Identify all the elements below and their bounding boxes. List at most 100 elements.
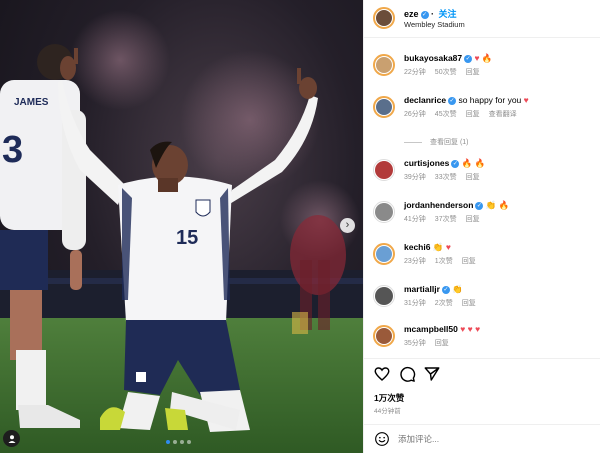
clap-emoji-icon: 👏 bbox=[485, 200, 497, 210]
carousel-indicator bbox=[166, 440, 191, 444]
fire-emoji-icon: 🔥 bbox=[474, 158, 486, 168]
comment-time: 22分钟 bbox=[404, 69, 426, 76]
left-shirt-number: 3 bbox=[2, 129, 23, 171]
heart-emoji-icon: ♥ bbox=[523, 95, 529, 105]
fire-emoji-icon: 🔥 bbox=[461, 158, 473, 168]
smiley-icon[interactable] bbox=[374, 431, 390, 447]
view-replies-button[interactable]: 查看回复 (1) bbox=[404, 137, 469, 147]
clap-emoji-icon: 👏 bbox=[452, 284, 463, 294]
comment-text: declanrice ✓ so happy for you ♥ bbox=[404, 95, 529, 105]
comment-item: declanrice ✓ so happy for you ♥ 26分钟 45次赞 回… bbox=[364, 95, 600, 135]
verified-badge-icon: ✓ bbox=[464, 54, 473, 63]
comment-meta: 31分钟 2次赞 回复 bbox=[404, 298, 485, 308]
author-avatar[interactable] bbox=[373, 7, 395, 29]
heart-emoji-icon: ♥ bbox=[445, 242, 451, 252]
verified-badge-icon: ✓ bbox=[448, 96, 457, 105]
view-replies-label: 查看回复 (1) bbox=[430, 139, 469, 146]
comment-likes[interactable]: 1次赞 bbox=[435, 258, 453, 265]
comment-username[interactable]: kechi6 bbox=[404, 242, 430, 252]
paper-plane-icon[interactable] bbox=[423, 365, 441, 383]
comment-likes[interactable]: 50次赞 bbox=[435, 69, 457, 76]
next-image-button[interactable]: › bbox=[340, 218, 355, 233]
translate-button[interactable]: 查看翻译 bbox=[489, 111, 517, 118]
heart-emoji-icon: ♥ bbox=[460, 324, 466, 334]
commenter-avatar[interactable] bbox=[373, 54, 395, 76]
comment-text: jordanhenderson ✓ 👏 🔥 bbox=[404, 200, 509, 211]
comment-meta: 26分钟 45次赞 回复 查看翻译 bbox=[404, 109, 526, 119]
verified-badge-icon: ✓ bbox=[451, 159, 460, 168]
fire-emoji-icon: 🔥 bbox=[498, 200, 510, 210]
comment-meta: 22分钟 50次赞 回复 bbox=[404, 67, 489, 77]
reply-button[interactable]: 回复 bbox=[435, 340, 449, 347]
comment-time: 35分钟 bbox=[404, 340, 426, 347]
reply-button[interactable]: 回复 bbox=[462, 258, 476, 265]
comment-body: so happy for you bbox=[458, 95, 522, 105]
post-timestamp: 44分钟前 bbox=[374, 408, 401, 415]
reply-button[interactable]: 回复 bbox=[466, 174, 480, 181]
comment-likes[interactable]: 37次赞 bbox=[435, 216, 457, 223]
verified-badge-icon: ✓ bbox=[475, 201, 484, 210]
comment-likes[interactable]: 2次赞 bbox=[435, 300, 453, 307]
post-side-panel: eze ✓ · 关注 Wembley Stadium bukayosaka87 ✓ … bbox=[363, 0, 600, 453]
commenter-avatar[interactable] bbox=[373, 243, 395, 265]
left-shirt-name: JAMES bbox=[14, 97, 49, 108]
reply-button[interactable]: 回复 bbox=[466, 216, 480, 223]
commenter-avatar[interactable] bbox=[373, 201, 395, 223]
comment-username[interactable]: jordanhenderson bbox=[404, 200, 473, 210]
commenter-avatar[interactable] bbox=[373, 159, 395, 181]
comment-likes[interactable]: 45次赞 bbox=[435, 111, 457, 118]
comment-time: 39分钟 bbox=[404, 174, 426, 181]
commenter-avatar[interactable] bbox=[373, 285, 395, 307]
reply-button[interactable]: 回复 bbox=[466, 69, 480, 76]
comment-username[interactable]: curtisjones bbox=[404, 158, 449, 168]
comment-username[interactable]: bukayosaka87 bbox=[404, 53, 462, 63]
comment-bubble-icon[interactable] bbox=[398, 365, 416, 383]
post-actions-bar bbox=[364, 358, 600, 388]
instagram-post-viewer: JAMES 3 15 › eze ✓ · 关注 Wembley Stadium … bbox=[0, 0, 600, 453]
comment-item: curtisjones ✓ 🔥 🔥 39分钟 33次赞 回复 bbox=[364, 158, 600, 198]
author-username[interactable]: eze bbox=[404, 9, 419, 19]
carousel-dot bbox=[187, 440, 191, 444]
add-comment-bar bbox=[364, 424, 600, 453]
heart-emoji-icon: ♥ bbox=[474, 53, 480, 63]
carousel-dot bbox=[173, 440, 177, 444]
chevron-right-icon: › bbox=[345, 219, 350, 231]
tagged-users-button[interactable] bbox=[3, 430, 20, 447]
comment-username[interactable]: mcampbell50 bbox=[404, 324, 458, 334]
heart-outline-icon[interactable] bbox=[373, 365, 391, 383]
comment-time: 26分钟 bbox=[404, 111, 426, 118]
author-line: eze ✓ · 关注 bbox=[404, 9, 457, 19]
replies-divider bbox=[404, 141, 422, 143]
center-shirt-number: 15 bbox=[176, 227, 198, 249]
clap-emoji-icon: 👏 bbox=[432, 242, 444, 252]
commenter-avatar[interactable] bbox=[373, 325, 395, 347]
add-comment-input[interactable] bbox=[398, 431, 588, 447]
post-photo[interactable]: JAMES 3 15 › bbox=[0, 0, 363, 453]
photo-scene: JAMES 3 15 bbox=[0, 10, 363, 453]
comment-meta: 41分钟 37次赞 回复 bbox=[404, 214, 489, 224]
heart-emoji-icon: ♥ bbox=[467, 324, 473, 334]
commenter-avatar[interactable] bbox=[373, 96, 395, 118]
comment-time: 23分钟 bbox=[404, 258, 426, 265]
comment-item: jordanhenderson ✓ 👏 🔥 41分钟 37次赞 回复 bbox=[364, 200, 600, 240]
fire-emoji-icon: 🔥 bbox=[481, 53, 493, 63]
carousel-dot bbox=[166, 440, 170, 444]
verified-badge-icon: ✓ bbox=[420, 10, 429, 19]
heart-emoji-icon: ♥ bbox=[475, 324, 481, 334]
like-count[interactable]: 1万次赞 bbox=[374, 392, 404, 404]
comment-username[interactable]: declanrice bbox=[404, 95, 446, 105]
follow-button[interactable]: 关注 bbox=[439, 9, 457, 19]
reply-button[interactable]: 回复 bbox=[462, 300, 476, 307]
comment-text: bukayosaka87 ✓ ♥ 🔥 bbox=[404, 53, 493, 64]
comment-time: 31分钟 bbox=[404, 300, 426, 307]
comment-username[interactable]: martialljr bbox=[404, 284, 440, 294]
comment-time: 41分钟 bbox=[404, 216, 426, 223]
verified-badge-icon: ✓ bbox=[441, 285, 450, 294]
comment-likes[interactable]: 33次赞 bbox=[435, 174, 457, 181]
person-tag-icon bbox=[8, 434, 15, 443]
comment-item: kechi6 👏 ♥ 23分钟 1次赞 回复 bbox=[364, 242, 600, 282]
comment-meta: 39分钟 33次赞 回复 bbox=[404, 172, 489, 182]
reply-button[interactable]: 回复 bbox=[466, 111, 480, 118]
carousel-dot bbox=[180, 440, 184, 444]
post-location[interactable]: Wembley Stadium bbox=[404, 20, 465, 29]
